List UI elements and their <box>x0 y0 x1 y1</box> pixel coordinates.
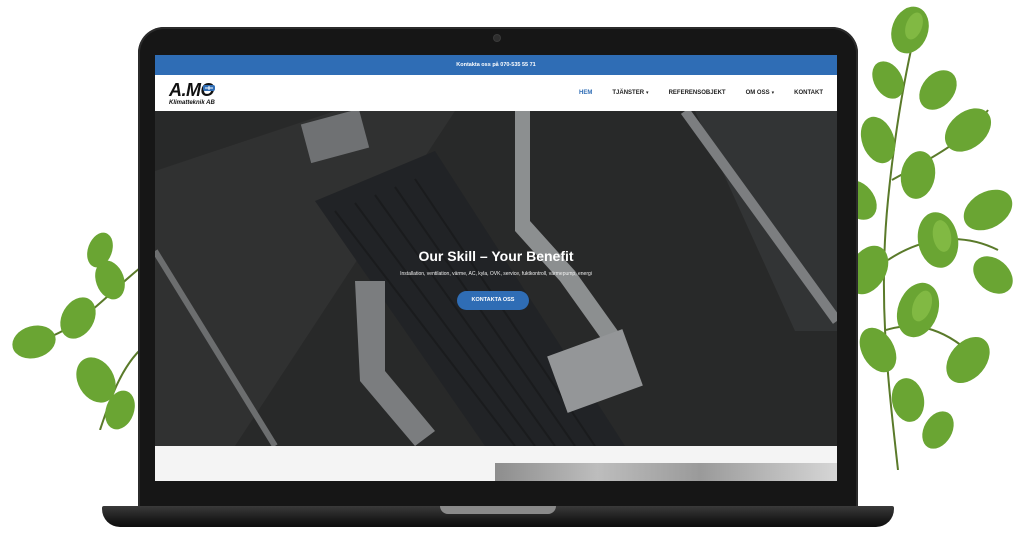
plant-decoration-left <box>0 230 150 430</box>
chevron-down-icon: ▾ <box>646 90 649 96</box>
hero-overlay <box>155 111 837 446</box>
nav-item-tjanster[interactable]: TJÄNSTER ▾ <box>612 90 648 96</box>
nav-item-kontakt[interactable]: KONTAKT <box>794 90 823 96</box>
hero-title: Our Skill – Your Benefit <box>418 248 574 264</box>
logo-mark: A.MO <box>169 79 215 100</box>
nav-item-om-oss[interactable]: OM OSS ▾ <box>746 90 775 96</box>
contact-text[interactable]: Kontakta oss på 070-535 55 71 <box>456 62 536 68</box>
webcam-icon <box>494 35 500 41</box>
next-section <box>155 446 837 481</box>
snowflake-icon <box>203 84 215 91</box>
main-nav: HEM TJÄNSTER ▾ REFERENSOBJEKT OM OSS ▾ KON… <box>579 90 823 96</box>
hero-subtitle: Installation, ventilation, värme, AC, ky… <box>400 271 592 277</box>
website-screen: Kontakta oss på 070-535 55 71 A.MO Klima… <box>155 55 837 481</box>
section-image <box>495 463 837 481</box>
nav-item-referensobjekt[interactable]: REFERENSOBJEKT <box>669 90 726 96</box>
chevron-down-icon: ▾ <box>771 90 775 96</box>
contact-topbar: Kontakta oss på 070-535 55 71 <box>155 55 837 75</box>
contact-us-button[interactable]: KONTAKTA OSS <box>457 291 529 310</box>
navbar: A.MO Klimatteknik AB HEM TJÄNSTER ▾ REFER… <box>155 75 837 111</box>
laptop-notch <box>440 506 556 514</box>
hero-section: Our Skill – Your Benefit Installation, v… <box>155 111 837 446</box>
logo-subtitle: Klimatteknik AB <box>169 99 215 106</box>
nav-item-hem[interactable]: HEM <box>579 90 592 96</box>
company-logo[interactable]: A.MO Klimatteknik AB <box>169 81 216 106</box>
